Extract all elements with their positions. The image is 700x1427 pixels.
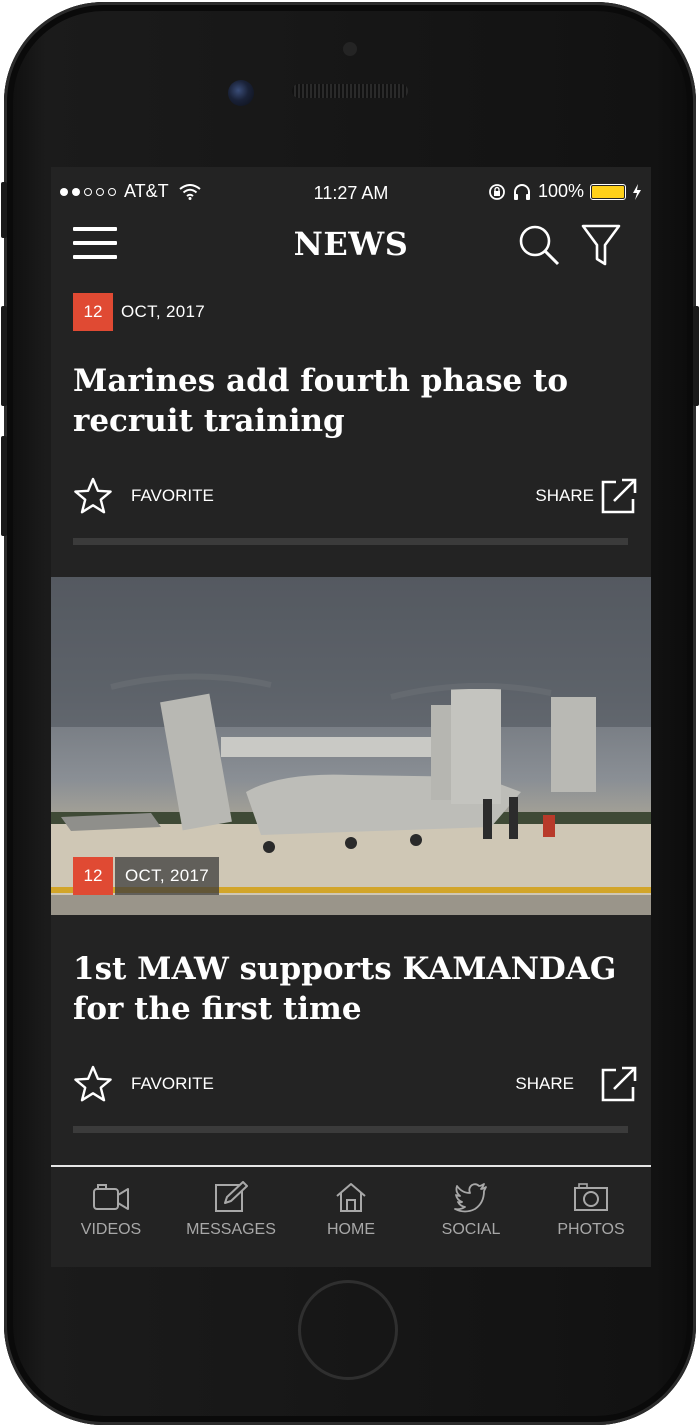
day-badge: 12: [73, 857, 113, 895]
page-title: NEWS: [293, 225, 409, 263]
favorite-label: FAVORITE: [131, 486, 214, 505]
star-icon: [74, 1065, 112, 1102]
twitter-bird-icon: [454, 1183, 487, 1213]
home-icon: [336, 1183, 366, 1212]
favorite-button[interactable]: FAVORITE: [73, 477, 214, 515]
day-badge: 12: [73, 293, 113, 331]
favorite-button[interactable]: FAVORITE: [73, 1065, 214, 1103]
battery-percent: 100%: [537, 181, 584, 201]
favorite-label: FAVORITE: [131, 1074, 214, 1093]
article-headline[interactable]: Marines add fourth phase to recruit trai…: [73, 361, 633, 441]
article-actions: FAVORITE SHARE: [73, 1065, 638, 1105]
power-button: [693, 306, 699, 406]
share-button[interactable]: SHARE: [515, 1065, 638, 1103]
tab-videos[interactable]: VIDEOS: [51, 1181, 171, 1239]
app-header: NEWS: [51, 219, 651, 269]
tab-photos[interactable]: PHOTOS: [531, 1181, 651, 1239]
battery-icon: [590, 183, 626, 200]
share-label: SHARE: [535, 486, 594, 505]
tab-label: SOCIAL: [441, 1221, 501, 1238]
article-card[interactable]: 1st MAW supports KAMANDAG for the first …: [51, 927, 651, 1147]
tab-messages[interactable]: MESSAGES: [171, 1181, 291, 1239]
home-button[interactable]: [298, 1280, 398, 1380]
filter-icon[interactable]: [581, 223, 621, 267]
tab-label: HOME: [327, 1221, 375, 1238]
camera-icon: [574, 1183, 608, 1211]
headphones-icon: [513, 183, 530, 200]
article-divider: [73, 538, 628, 545]
video-camera-icon: [93, 1184, 129, 1210]
tab-social[interactable]: SOCIAL: [411, 1181, 531, 1239]
tab-label: PHOTOS: [557, 1221, 625, 1238]
date-row: 12 OCT, 2017: [73, 857, 219, 895]
share-label: SHARE: [515, 1074, 574, 1093]
search-icon[interactable]: [517, 223, 561, 267]
app-screen: AT&T 11:27 AM 100% NEWS 12 OCT, 2017 Mar…: [51, 167, 651, 1267]
article-divider: [73, 1126, 628, 1133]
mute-switch: [1, 182, 7, 238]
front-camera: [228, 80, 254, 106]
date-row: 12 OCT, 2017: [73, 293, 205, 331]
volume-up-button: [1, 306, 7, 406]
star-icon: [74, 477, 112, 514]
article-headline[interactable]: 1st MAW supports KAMANDAG for the first …: [73, 949, 633, 1029]
tab-label: VIDEOS: [80, 1221, 142, 1238]
rotation-lock-icon: [489, 183, 505, 200]
edit-icon: [215, 1181, 248, 1212]
share-external-icon: [601, 478, 637, 514]
status-right: 100%: [488, 181, 642, 202]
share-button[interactable]: SHARE: [535, 477, 638, 515]
article-card[interactable]: 12 OCT, 2017 Marines add fourth phase to…: [51, 293, 651, 553]
tab-label: MESSAGES: [186, 1221, 276, 1238]
article-date: OCT, 2017: [121, 302, 205, 321]
proximity-sensor: [343, 42, 357, 56]
article-date: OCT, 2017: [115, 857, 219, 895]
tab-home[interactable]: HOME: [291, 1181, 411, 1239]
tab-bar: VIDEOS MESSAGES HOME SOCIAL PHOTOS: [51, 1165, 651, 1267]
charging-bolt-icon: [633, 183, 641, 200]
earpiece-speaker: [292, 84, 408, 98]
article-photo[interactable]: 12 OCT, 2017: [51, 577, 651, 915]
battery-fill: [592, 185, 624, 198]
article-actions: FAVORITE SHARE: [73, 477, 638, 517]
share-external-icon: [601, 1066, 637, 1102]
volume-down-button: [1, 436, 7, 536]
status-bar: AT&T 11:27 AM 100%: [51, 181, 651, 207]
